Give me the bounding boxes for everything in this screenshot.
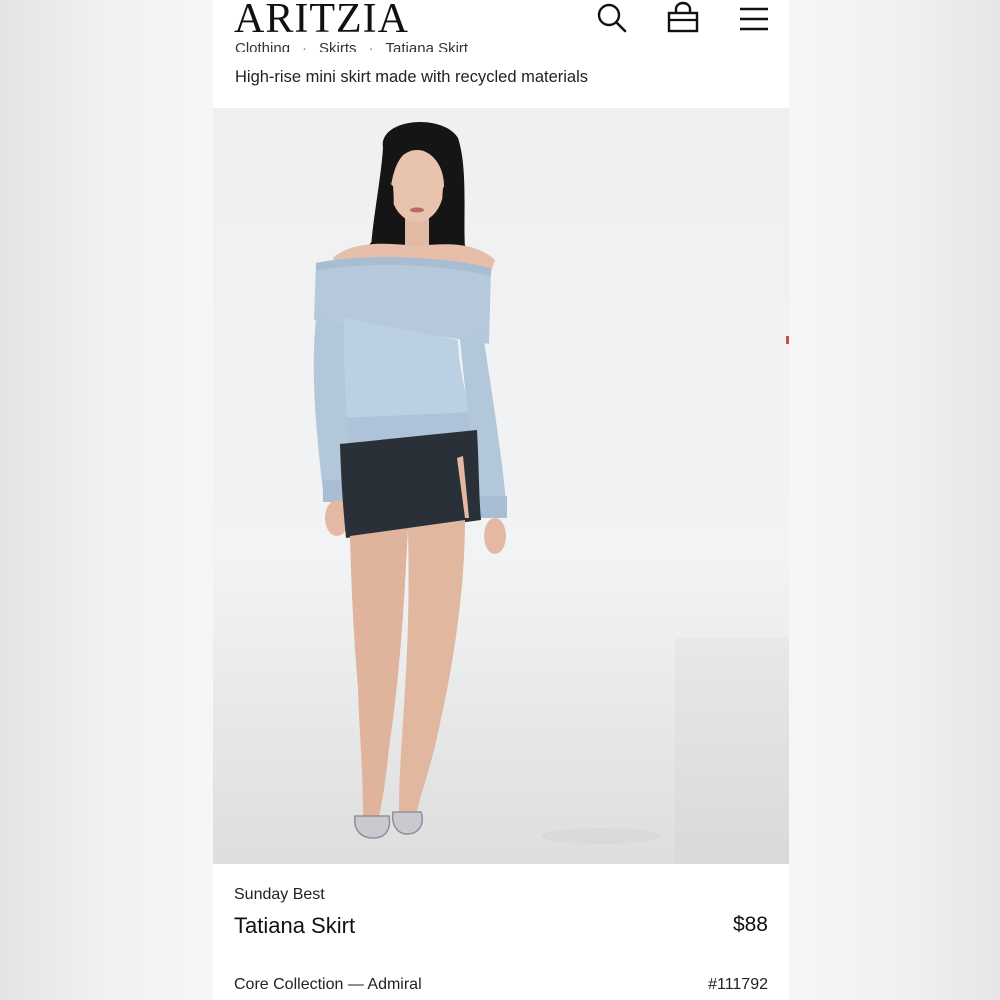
breadcrumb-separator: · — [302, 40, 308, 52]
menu-icon[interactable] — [736, 0, 772, 36]
model-photo — [313, 121, 661, 844]
product-price: $88 — [732, 913, 768, 936]
brand-logo[interactable]: ARITZIA — [234, 0, 409, 44]
breadcrumb-item[interactable]: Clothing — [235, 40, 290, 52]
product-image[interactable] — [213, 108, 789, 864]
breadcrumb-item: Tatiana Skirt — [385, 40, 469, 52]
search-icon[interactable] — [594, 0, 630, 36]
product-variant: Core Collection — Admiral — [234, 976, 422, 993]
header: ARITZIA Clothing · Skirts · Tatiana Skirt — [213, 0, 789, 108]
collection-label: Sunday Best — [234, 886, 325, 903]
breadcrumb-separator: · — [368, 40, 374, 52]
product-info: Sunday Best Tatiana Skirt $88 Core Colle… — [213, 864, 789, 1000]
product-sku: #111792 — [708, 976, 768, 993]
breadcrumb: Clothing · Skirts · Tatiana Skirt — [235, 40, 468, 52]
shopping-bag-icon[interactable] — [665, 0, 701, 36]
product-subtitle: High-rise mini skirt made with recycled … — [235, 68, 589, 86]
product-name: Tatiana Skirt — [234, 913, 356, 938]
breadcrumb-item[interactable]: Skirts — [319, 40, 357, 52]
product-page: ARITZIA Clothing · Skirts · Tatiana Skirt — [213, 0, 789, 1000]
